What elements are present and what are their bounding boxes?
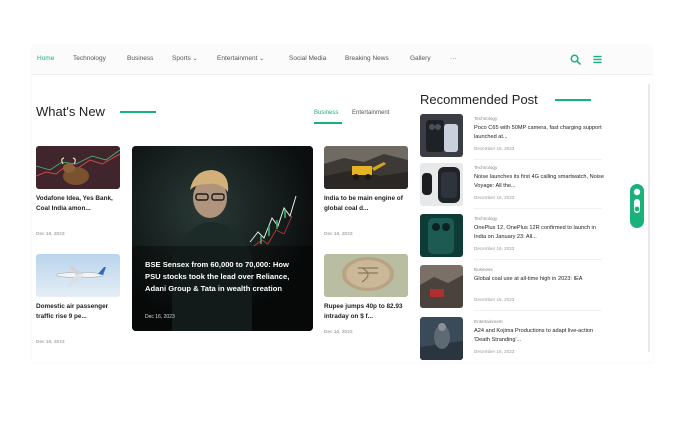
vodafone-thumbnail[interactable] bbox=[36, 146, 120, 189]
rupee-coin-image bbox=[324, 254, 408, 297]
death-stranding-image bbox=[420, 317, 463, 360]
rec-thumbnail[interactable] bbox=[420, 265, 463, 308]
theme-toggle-icon bbox=[633, 188, 641, 223]
nav-sports[interactable]: Sports ⌄ bbox=[172, 55, 198, 62]
hero-title[interactable]: BSE Sensex from 60,000 to 70,000: How PS… bbox=[145, 259, 305, 295]
rec-category[interactable]: Technology bbox=[474, 116, 497, 121]
tab-entertainment[interactable]: Entertainment bbox=[352, 110, 389, 116]
air-traffic-thumbnail[interactable] bbox=[36, 254, 120, 297]
coal-thumbnail[interactable] bbox=[324, 146, 408, 189]
rupee-date: Dec 16, 2023 bbox=[324, 330, 353, 335]
nav-gallery[interactable]: Gallery bbox=[410, 55, 431, 62]
theme-toggle[interactable] bbox=[630, 184, 644, 228]
search-icon[interactable] bbox=[570, 54, 581, 65]
rec-title[interactable]: Poco C65 with 50MP camera, fast charging… bbox=[474, 124, 604, 142]
nav-entertainment[interactable]: Entertainment ⌄ bbox=[217, 55, 264, 62]
divider bbox=[474, 259, 602, 260]
rec-thumbnail[interactable] bbox=[420, 163, 463, 206]
chevron-down-icon: ⌄ bbox=[192, 56, 198, 62]
divider bbox=[474, 310, 602, 311]
rec-date: December 16, 2023 bbox=[474, 146, 515, 151]
rec-thumbnail[interactable] bbox=[420, 114, 463, 157]
title-underline bbox=[120, 111, 156, 113]
divider bbox=[474, 159, 602, 160]
nav-social-media[interactable]: Social Media bbox=[289, 55, 326, 62]
rec-category[interactable]: Technology bbox=[474, 216, 497, 221]
smartwatch-image bbox=[420, 163, 463, 206]
nav-more[interactable]: ··· bbox=[450, 55, 457, 62]
rec-category[interactable]: Entertainment bbox=[474, 319, 503, 324]
stock-trader-image bbox=[132, 146, 313, 331]
hero-article[interactable]: BSE Sensex from 60,000 to 70,000: How PS… bbox=[132, 146, 313, 331]
chevron-down-icon: ⌄ bbox=[259, 56, 265, 62]
rec-title[interactable]: A24 and Kojima Productions to adapt live… bbox=[474, 327, 604, 345]
tab-business[interactable]: Business bbox=[314, 110, 338, 116]
tab-active-indicator bbox=[314, 122, 342, 124]
rupee-thumbnail[interactable] bbox=[324, 254, 408, 297]
rec-title[interactable]: Global coal use at all-time high in 2023… bbox=[474, 275, 604, 284]
nav-technology[interactable]: Technology bbox=[73, 55, 106, 62]
recommended-title: Recommended Post bbox=[420, 92, 538, 107]
rec-thumbnail[interactable] bbox=[420, 317, 463, 360]
rec-date: December 16, 2023 bbox=[474, 195, 515, 200]
coal-mining-image bbox=[420, 265, 463, 308]
rupee-title[interactable]: Rupee jumps 40p to 82.93 intraday on $ f… bbox=[324, 302, 410, 321]
nav-breaking-news[interactable]: Breaking News bbox=[345, 55, 389, 62]
page-frame: Home Technology Business Sports ⌄ Entert… bbox=[32, 46, 652, 362]
air-traffic-date: Dec 16, 2023 bbox=[36, 340, 65, 345]
vodafone-date: Dec 16, 2023 bbox=[36, 232, 65, 237]
oneplus-phone-image bbox=[420, 214, 463, 257]
hero-date: Dec 16, 2023 bbox=[145, 314, 175, 320]
coal-title[interactable]: India to be main engine of global coal d… bbox=[324, 194, 408, 213]
vodafone-title[interactable]: Vodafone Idea, Yes Bank, Coal India amon… bbox=[36, 194, 120, 213]
divider bbox=[474, 208, 602, 209]
phone-image bbox=[420, 114, 463, 157]
nav-sports-label: Sports bbox=[172, 55, 191, 62]
nav-business[interactable]: Business bbox=[127, 55, 153, 62]
bull-market-image bbox=[36, 146, 120, 189]
menu-icon[interactable] bbox=[592, 54, 603, 65]
rec-date: December 16, 2023 bbox=[474, 246, 515, 251]
rec-title[interactable]: Noise launches its first 4G calling smar… bbox=[474, 173, 604, 191]
rec-title[interactable]: OnePlus 12, OnePlus 12R confirmed to lau… bbox=[474, 224, 604, 242]
top-navigation: Home Technology Business Sports ⌄ Entert… bbox=[32, 46, 652, 75]
whats-new-title: What's New bbox=[36, 104, 105, 119]
rec-thumbnail[interactable] bbox=[420, 214, 463, 257]
coal-date: Dec 16, 2023 bbox=[324, 232, 353, 237]
airplane-image bbox=[36, 254, 120, 297]
rec-date: December 16, 2023 bbox=[474, 349, 515, 354]
recommended-underline bbox=[555, 99, 591, 101]
rec-category[interactable]: Technology bbox=[474, 165, 497, 170]
air-traffic-title[interactable]: Domestic air passenger traffic rise 9 pe… bbox=[36, 302, 122, 321]
scrollbar[interactable] bbox=[648, 84, 650, 352]
coal-mine-image bbox=[324, 146, 408, 189]
nav-entertainment-label: Entertainment bbox=[217, 55, 258, 62]
nav-home[interactable]: Home bbox=[37, 55, 54, 62]
rec-category[interactable]: Business bbox=[474, 267, 493, 272]
rec-date: December 16, 2023 bbox=[474, 297, 515, 302]
